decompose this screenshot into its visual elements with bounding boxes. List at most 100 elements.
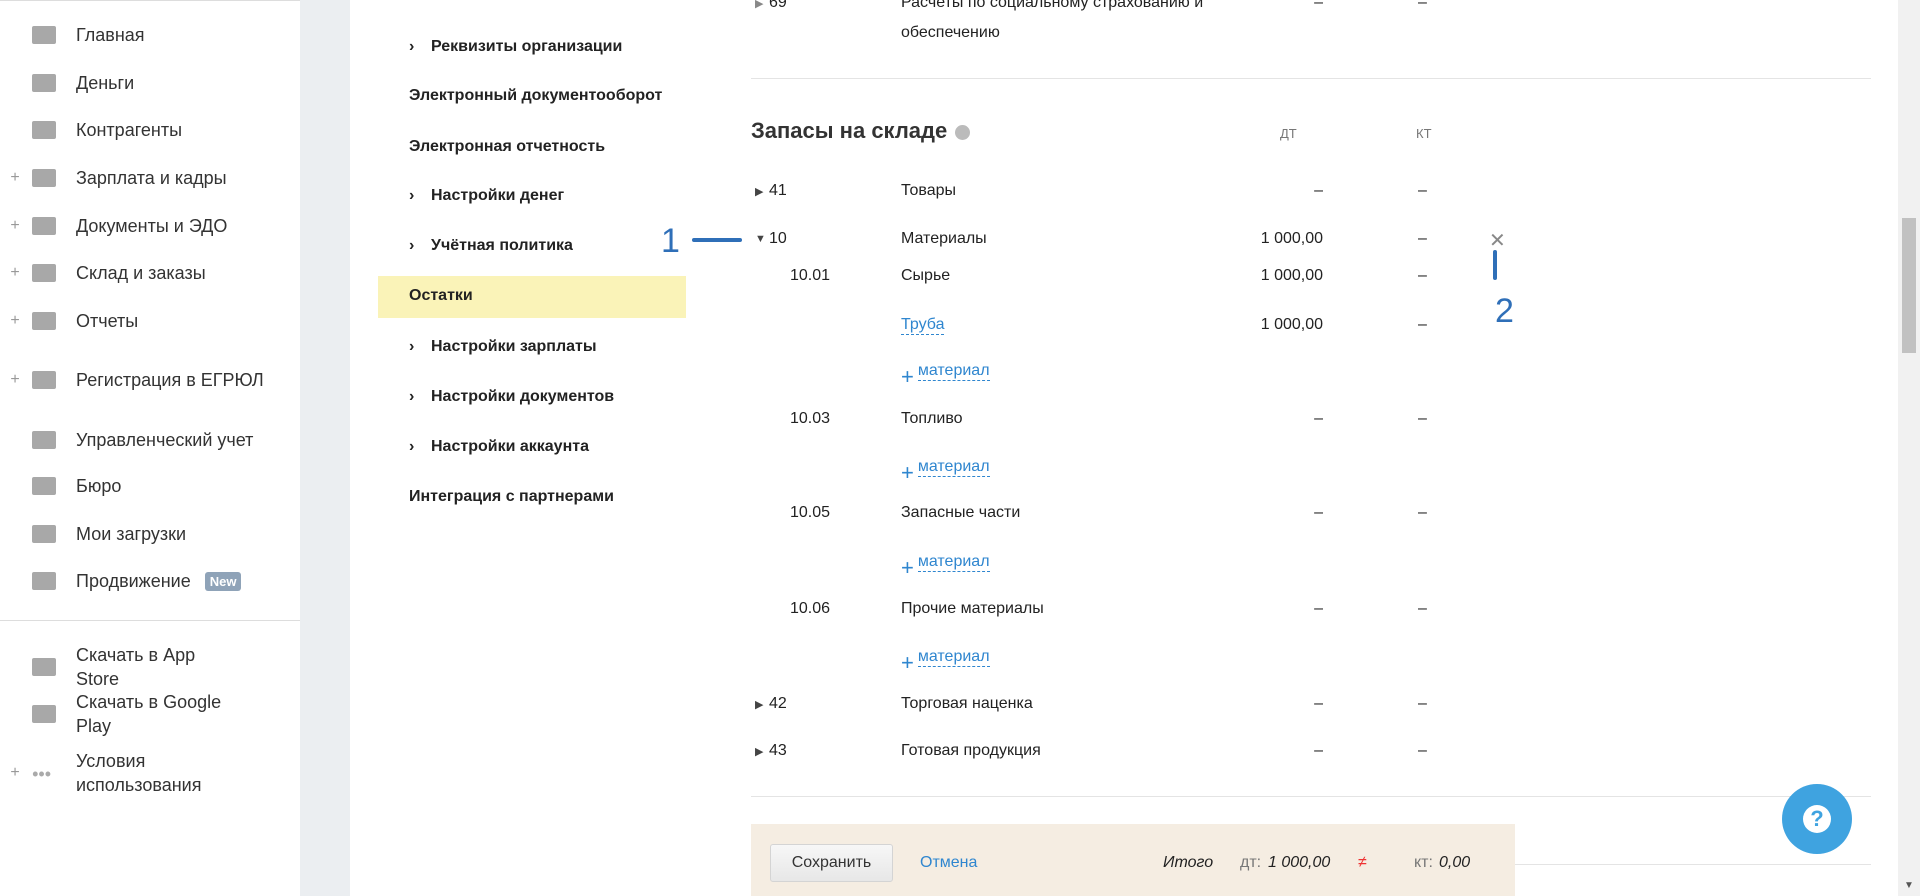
account-name: Запасные части xyxy=(901,504,1021,521)
settings-nav-item[interactable]: › Настройки денег xyxy=(409,187,564,205)
home-icon xyxy=(31,24,57,46)
add-material-label: материал xyxy=(917,362,990,381)
item-link[interactable]: Труба xyxy=(901,316,945,335)
chevron-right-icon: › xyxy=(409,388,415,405)
expand-arrow-icon[interactable]: ▶ xyxy=(755,185,763,198)
report-icon xyxy=(31,310,57,332)
divider xyxy=(751,78,1871,79)
settings-nav-label: Остатки xyxy=(409,287,473,304)
kt-value: – xyxy=(1418,504,1427,521)
expand-plus-icon[interactable]: + xyxy=(0,371,30,389)
settings-nav-item[interactable]: › Настройки аккаунта xyxy=(409,438,589,456)
sidebar-item[interactable]: + Документы и ЭДО xyxy=(0,214,300,238)
subaccount-code: 10.05 xyxy=(790,504,831,521)
add-material-button[interactable]: + материал xyxy=(901,458,990,485)
sidebar-item-label: Главная xyxy=(76,25,145,45)
add-material-label: материал xyxy=(917,648,990,667)
settings-nav-label: Электронный документооборот xyxy=(409,87,663,104)
settings-nav-label: Настройки аккаунта xyxy=(431,438,589,455)
column-header-kt: КТ xyxy=(1416,126,1432,141)
expand-arrow-icon[interactable]: ▶ xyxy=(755,0,763,10)
kt-value: – xyxy=(1418,742,1427,759)
sidebar-item[interactable]: + Склад и заказы xyxy=(0,261,300,285)
sidebar-item[interactable]: Главная xyxy=(0,23,300,47)
sidebar-item[interactable]: Бюро xyxy=(0,474,300,498)
account-name: Готовая продукция xyxy=(901,742,1041,759)
kt-value: – xyxy=(1418,316,1427,333)
settings-nav-item[interactable]: › Настройки зарплаты xyxy=(409,338,597,356)
scrollbar-thumb[interactable] xyxy=(1902,218,1916,353)
total-dt-label: дт: xyxy=(1240,854,1262,871)
total-kt-value: 0,00 xyxy=(1439,854,1471,871)
expand-plus-icon[interactable]: + xyxy=(0,312,30,330)
dt-value: – xyxy=(1314,695,1323,712)
account-code: 43 xyxy=(769,742,787,759)
sidebar-item[interactable]: Скачать в Google Play xyxy=(0,690,300,738)
settings-nav-item[interactable]: › Настройки документов xyxy=(409,388,614,406)
dt-value: 1 000,00 xyxy=(1260,316,1323,333)
table-row: + материал xyxy=(751,648,1871,675)
expand-arrow-icon[interactable]: ▶ xyxy=(755,745,763,758)
account-name-cont: обеспечению xyxy=(901,24,1000,41)
table-row: 10.06 Прочие материалы – – xyxy=(751,600,1871,624)
total-dt-value: 1 000,00 xyxy=(1268,854,1331,871)
total-label: Итого xyxy=(1163,854,1214,871)
folder-icon xyxy=(31,215,57,237)
account-code: 69 xyxy=(769,0,787,11)
registration-icon xyxy=(31,369,57,391)
add-material-button[interactable]: + материал xyxy=(901,362,990,389)
money-icon xyxy=(31,72,57,94)
dt-value: – xyxy=(1314,410,1323,427)
settings-nav-item[interactable]: Остатки xyxy=(409,287,473,305)
sidebar-item[interactable]: Управленческий учет xyxy=(0,428,300,452)
kt-value: – xyxy=(1418,0,1427,11)
info-icon[interactable] xyxy=(955,124,971,140)
table-row: ▶ 42 Торговая наценка – – xyxy=(751,695,1871,719)
sidebar-item[interactable]: + Регистрация в ЕГРЮЛ xyxy=(0,368,300,392)
table-row: ▶ 43 Готовая продукция – – xyxy=(751,742,1871,766)
account-code: 42 xyxy=(769,695,787,712)
download-icon xyxy=(31,523,57,545)
divider xyxy=(1515,864,1871,865)
subaccount-code: 10.03 xyxy=(790,410,831,427)
settings-nav-item[interactable]: Интеграция с партнерами xyxy=(409,488,614,506)
add-material-button[interactable]: + материал xyxy=(901,648,990,675)
sidebar-item[interactable]: Мои загрузки xyxy=(0,522,300,546)
sidebar-item[interactable]: Деньги xyxy=(0,71,300,95)
settings-nav-item[interactable]: › Реквизиты организации xyxy=(409,38,622,56)
expand-plus-icon[interactable]: + xyxy=(0,264,30,282)
not-equal-sign: ≠ xyxy=(1358,854,1367,871)
more-icon: ••• xyxy=(32,764,51,784)
add-material-button[interactable]: + материал xyxy=(901,553,990,580)
account-name: Торговая наценка xyxy=(901,695,1033,712)
settings-nav-item[interactable]: Электронная отчетность xyxy=(409,138,605,156)
contractors-icon xyxy=(31,119,57,141)
sidebar-item[interactable]: Скачать в App Store xyxy=(0,643,300,691)
briefcase-icon xyxy=(31,475,57,497)
sidebar-item[interactable]: Продвижение New xyxy=(0,569,300,593)
warehouse-icon xyxy=(31,262,57,284)
save-button[interactable]: Сохранить xyxy=(770,844,893,882)
help-button[interactable]: ? xyxy=(1782,784,1852,854)
sidebar-item[interactable]: + Зарплата и кадры xyxy=(0,166,300,190)
scrollbar[interactable]: ▼ xyxy=(1898,0,1920,896)
settings-nav-item[interactable]: › Учётная политика xyxy=(409,237,573,255)
expand-arrow-icon[interactable]: ▶ xyxy=(755,698,763,711)
kt-value: – xyxy=(1418,230,1427,247)
settings-nav-item[interactable]: Электронный документооборот xyxy=(409,87,662,105)
add-material-label: материал xyxy=(917,553,990,572)
collapse-arrow-icon[interactable]: ▼ xyxy=(755,233,766,245)
sidebar-item[interactable]: Контрагенты xyxy=(0,118,300,142)
scroll-down-arrow-icon[interactable]: ▼ xyxy=(1904,880,1914,891)
annotation-2: 2 xyxy=(1495,292,1514,330)
account-code: 41 xyxy=(769,182,787,199)
expand-plus-icon[interactable]: + xyxy=(0,169,30,187)
sidebar-item[interactable]: + ••• Условия использования xyxy=(0,749,300,797)
sidebar-item-label: Контрагенты xyxy=(76,120,183,140)
table-row: + материал xyxy=(751,458,1871,485)
expand-plus-icon[interactable]: + xyxy=(0,217,30,235)
cancel-link[interactable]: Отмена xyxy=(920,854,977,872)
sidebar-item[interactable]: + Отчеты xyxy=(0,309,300,333)
account-name: Материалы xyxy=(901,230,987,247)
delete-icon[interactable]: ✕ xyxy=(1489,228,1506,253)
